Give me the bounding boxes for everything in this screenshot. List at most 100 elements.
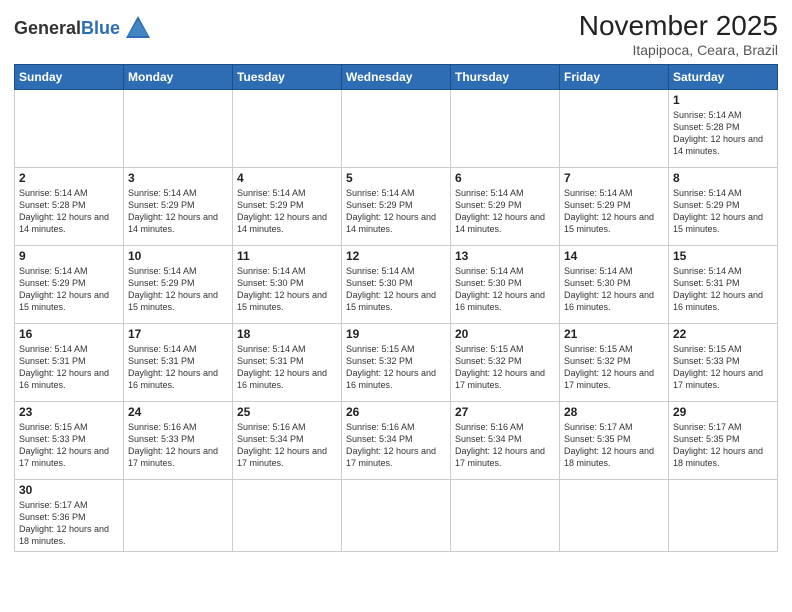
day-number: 20 bbox=[455, 327, 555, 341]
day-number: 9 bbox=[19, 249, 119, 263]
table-row bbox=[124, 480, 233, 552]
logo: GeneralBlue bbox=[14, 14, 152, 42]
table-row bbox=[124, 90, 233, 168]
day-number: 2 bbox=[19, 171, 119, 185]
day-info: Sunrise: 5:14 AM Sunset: 5:29 PM Dayligh… bbox=[346, 187, 446, 236]
col-sunday: Sunday bbox=[15, 65, 124, 90]
table-row: 17 Sunrise: 5:14 AM Sunset: 5:31 PM Dayli… bbox=[124, 324, 233, 402]
table-row: 7 Sunrise: 5:14 AM Sunset: 5:29 PM Daylig… bbox=[560, 168, 669, 246]
table-row bbox=[233, 90, 342, 168]
day-number: 10 bbox=[128, 249, 228, 263]
day-info: Sunrise: 5:14 AM Sunset: 5:29 PM Dayligh… bbox=[19, 265, 119, 314]
day-info: Sunrise: 5:14 AM Sunset: 5:30 PM Dayligh… bbox=[455, 265, 555, 314]
day-number: 7 bbox=[564, 171, 664, 185]
day-info: Sunrise: 5:15 AM Sunset: 5:32 PM Dayligh… bbox=[346, 343, 446, 392]
calendar-week-row: 30 Sunrise: 5:17 AM Sunset: 5:36 PM Dayli… bbox=[15, 480, 778, 552]
day-number: 22 bbox=[673, 327, 773, 341]
table-row: 2 Sunrise: 5:14 AM Sunset: 5:28 PM Daylig… bbox=[15, 168, 124, 246]
day-number: 27 bbox=[455, 405, 555, 419]
day-info: Sunrise: 5:14 AM Sunset: 5:29 PM Dayligh… bbox=[128, 265, 228, 314]
day-info: Sunrise: 5:14 AM Sunset: 5:30 PM Dayligh… bbox=[237, 265, 337, 314]
day-info: Sunrise: 5:15 AM Sunset: 5:32 PM Dayligh… bbox=[564, 343, 664, 392]
table-row: 19 Sunrise: 5:15 AM Sunset: 5:32 PM Dayli… bbox=[342, 324, 451, 402]
day-info: Sunrise: 5:14 AM Sunset: 5:30 PM Dayligh… bbox=[346, 265, 446, 314]
logo-icon bbox=[124, 14, 152, 42]
month-title: November 2025 bbox=[579, 10, 778, 42]
table-row bbox=[560, 480, 669, 552]
table-row: 6Sunrise: 5:14 AM Sunset: 5:29 PM Daylig… bbox=[451, 168, 560, 246]
table-row: 29 Sunrise: 5:17 AM Sunset: 5:35 PM Dayli… bbox=[669, 402, 778, 480]
calendar-week-row: 9 Sunrise: 5:14 AM Sunset: 5:29 PM Daylig… bbox=[15, 246, 778, 324]
day-info: Sunrise: 5:17 AM Sunset: 5:36 PM Dayligh… bbox=[19, 499, 119, 548]
table-row: 15 Sunrise: 5:14 AM Sunset: 5:31 PM Dayli… bbox=[669, 246, 778, 324]
day-info: Sunrise: 5:14 AM Sunset: 5:28 PM Dayligh… bbox=[673, 109, 773, 158]
day-info: Sunrise: 5:14 AM Sunset: 5:29 PM Dayligh… bbox=[237, 187, 337, 236]
calendar-header-row: Sunday Monday Tuesday Wednesday Thursday… bbox=[15, 65, 778, 90]
col-wednesday: Wednesday bbox=[342, 65, 451, 90]
table-row: 25 Sunrise: 5:16 AM Sunset: 5:34 PM Dayli… bbox=[233, 402, 342, 480]
subtitle: Itapipoca, Ceara, Brazil bbox=[579, 42, 778, 58]
table-row bbox=[560, 90, 669, 168]
day-info: Sunrise: 5:14 AM Sunset: 5:29 PM Dayligh… bbox=[564, 187, 664, 236]
day-number: 24 bbox=[128, 405, 228, 419]
title-block: November 2025 Itapipoca, Ceara, Brazil bbox=[579, 10, 778, 58]
day-info: Sunrise: 5:17 AM Sunset: 5:35 PM Dayligh… bbox=[564, 421, 664, 470]
day-info: Sunrise: 5:16 AM Sunset: 5:33 PM Dayligh… bbox=[128, 421, 228, 470]
table-row: 9 Sunrise: 5:14 AM Sunset: 5:29 PM Daylig… bbox=[15, 246, 124, 324]
day-info: Sunrise: 5:15 AM Sunset: 5:33 PM Dayligh… bbox=[19, 421, 119, 470]
day-number: 30 bbox=[19, 483, 119, 497]
table-row: 18Sunrise: 5:14 AM Sunset: 5:31 PM Dayli… bbox=[233, 324, 342, 402]
day-number: 29 bbox=[673, 405, 773, 419]
day-number: 5 bbox=[346, 171, 446, 185]
calendar-week-row: 16 Sunrise: 5:14 AM Sunset: 5:31 PM Dayli… bbox=[15, 324, 778, 402]
day-info: Sunrise: 5:17 AM Sunset: 5:35 PM Dayligh… bbox=[673, 421, 773, 470]
day-number: 26 bbox=[346, 405, 446, 419]
day-number: 17 bbox=[128, 327, 228, 341]
table-row bbox=[15, 90, 124, 168]
logo-blue: Blue bbox=[81, 18, 120, 38]
table-row: 5 Sunrise: 5:14 AM Sunset: 5:29 PM Daylig… bbox=[342, 168, 451, 246]
logo-text: GeneralBlue bbox=[14, 19, 120, 37]
day-number: 11 bbox=[237, 249, 337, 263]
table-row bbox=[342, 480, 451, 552]
day-number: 19 bbox=[346, 327, 446, 341]
day-info: Sunrise: 5:14 AM Sunset: 5:30 PM Dayligh… bbox=[564, 265, 664, 314]
table-row: 22 Sunrise: 5:15 AM Sunset: 5:33 PM Dayli… bbox=[669, 324, 778, 402]
table-row: 21 Sunrise: 5:15 AM Sunset: 5:32 PM Dayli… bbox=[560, 324, 669, 402]
table-row bbox=[451, 90, 560, 168]
calendar-week-row: 23 Sunrise: 5:15 AM Sunset: 5:33 PM Dayli… bbox=[15, 402, 778, 480]
day-number: 12 bbox=[346, 249, 446, 263]
day-number: 8 bbox=[673, 171, 773, 185]
day-number: 13 bbox=[455, 249, 555, 263]
day-number: 23 bbox=[19, 405, 119, 419]
day-number: 15 bbox=[673, 249, 773, 263]
table-row: 1 Sunrise: 5:14 AM Sunset: 5:28 PM Daylig… bbox=[669, 90, 778, 168]
day-number: 4 bbox=[237, 171, 337, 185]
table-row: 12 Sunrise: 5:14 AM Sunset: 5:30 PM Dayli… bbox=[342, 246, 451, 324]
day-number: 1 bbox=[673, 93, 773, 107]
logo-general: General bbox=[14, 18, 81, 38]
day-number: 16 bbox=[19, 327, 119, 341]
table-row: 24 Sunrise: 5:16 AM Sunset: 5:33 PM Dayli… bbox=[124, 402, 233, 480]
calendar-week-row: 2 Sunrise: 5:14 AM Sunset: 5:28 PM Daylig… bbox=[15, 168, 778, 246]
table-row: 8Sunrise: 5:14 AM Sunset: 5:29 PM Daylig… bbox=[669, 168, 778, 246]
table-row: 14Sunrise: 5:14 AM Sunset: 5:30 PM Dayli… bbox=[560, 246, 669, 324]
day-info: Sunrise: 5:14 AM Sunset: 5:29 PM Dayligh… bbox=[128, 187, 228, 236]
day-number: 25 bbox=[237, 405, 337, 419]
table-row: 13 Sunrise: 5:14 AM Sunset: 5:30 PM Dayli… bbox=[451, 246, 560, 324]
table-row: 11 Sunrise: 5:14 AM Sunset: 5:30 PM Dayli… bbox=[233, 246, 342, 324]
day-info: Sunrise: 5:14 AM Sunset: 5:31 PM Dayligh… bbox=[673, 265, 773, 314]
day-info: Sunrise: 5:16 AM Sunset: 5:34 PM Dayligh… bbox=[237, 421, 337, 470]
col-monday: Monday bbox=[124, 65, 233, 90]
day-info: Sunrise: 5:15 AM Sunset: 5:33 PM Dayligh… bbox=[673, 343, 773, 392]
table-row: 3Sunrise: 5:14 AM Sunset: 5:29 PM Daylig… bbox=[124, 168, 233, 246]
day-info: Sunrise: 5:14 AM Sunset: 5:31 PM Dayligh… bbox=[128, 343, 228, 392]
day-info: Sunrise: 5:14 AM Sunset: 5:31 PM Dayligh… bbox=[19, 343, 119, 392]
header: GeneralBlue November 2025 Itapipoca, Cea… bbox=[14, 10, 778, 58]
day-number: 21 bbox=[564, 327, 664, 341]
col-friday: Friday bbox=[560, 65, 669, 90]
day-info: Sunrise: 5:16 AM Sunset: 5:34 PM Dayligh… bbox=[346, 421, 446, 470]
day-info: Sunrise: 5:14 AM Sunset: 5:28 PM Dayligh… bbox=[19, 187, 119, 236]
day-info: Sunrise: 5:16 AM Sunset: 5:34 PM Dayligh… bbox=[455, 421, 555, 470]
col-tuesday: Tuesday bbox=[233, 65, 342, 90]
